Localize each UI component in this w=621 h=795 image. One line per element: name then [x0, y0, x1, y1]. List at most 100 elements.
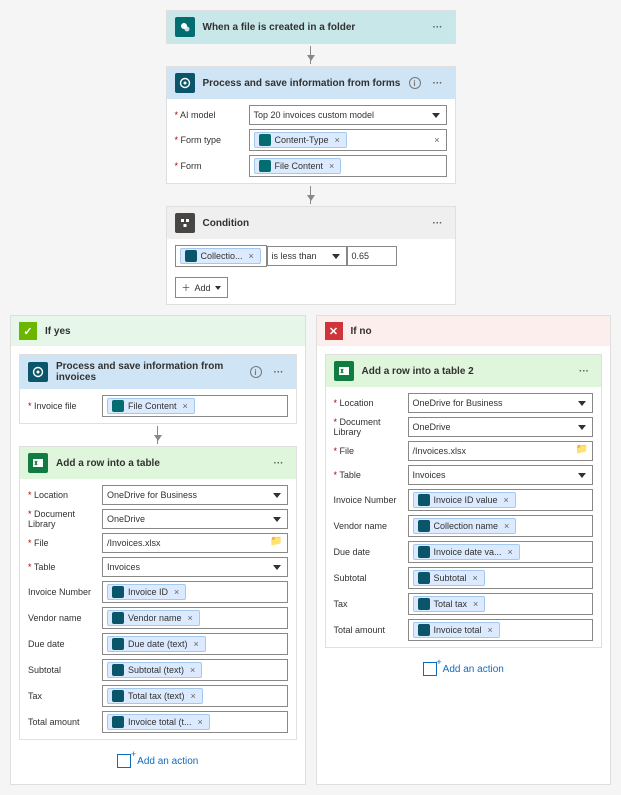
branches-container: ✓ If yes Process and save information fr…	[10, 315, 611, 785]
token-remove-icon: ×	[502, 521, 511, 531]
trigger-title: When a file is created in a folder	[203, 22, 421, 33]
form-field[interactable]: File Content×	[249, 155, 447, 177]
table-row: Due date Invoice date va...×	[334, 541, 594, 563]
token-field[interactable]: Invoice date va...×	[408, 541, 594, 563]
ellipsis-icon[interactable]: ···	[429, 218, 447, 229]
token-remove-icon: ×	[333, 135, 342, 145]
dynamic-token[interactable]: Vendor name×	[107, 610, 200, 626]
field-label: Invoice Number	[28, 587, 96, 597]
token-remove-icon: ×	[327, 161, 336, 171]
trigger-card[interactable]: When a file is created in a folder ···	[166, 10, 456, 44]
token-remove-icon: ×	[192, 639, 201, 649]
dynamic-token[interactable]: Invoice ID value×	[413, 492, 516, 508]
ellipsis-icon[interactable]: ···	[575, 366, 593, 377]
sharepoint-icon	[175, 17, 195, 37]
file-picker[interactable]: /Invoices.xlsx	[408, 441, 594, 461]
location-dropdown[interactable]: OneDrive for Business	[102, 485, 288, 505]
token-field[interactable]: Subtotal (text)×	[102, 659, 288, 681]
yes-ai-card[interactable]: Process and save information from invoic…	[19, 354, 297, 424]
ellipsis-icon[interactable]: ···	[429, 22, 447, 33]
dynamic-token[interactable]: Total tax (text)×	[107, 688, 203, 704]
table-row: Vendor nameVendor name×	[28, 607, 288, 629]
ellipsis-icon[interactable]: ···	[270, 458, 288, 469]
dynamic-token[interactable]: Due date (text)×	[107, 636, 206, 652]
info-icon[interactable]: i	[409, 77, 421, 89]
token-field[interactable]: Collection name×	[408, 515, 594, 537]
collection-token[interactable]: Collectio...×	[180, 248, 261, 264]
dynamic-token[interactable]: Invoice total×	[413, 622, 500, 638]
field-label: Tax	[334, 599, 402, 609]
field-label: Vendor name	[334, 521, 402, 531]
table-row: Subtotal Subtotal×	[334, 567, 594, 589]
table-row: Due date Due date (text)×	[28, 633, 288, 655]
clear-icon[interactable]: ×	[432, 135, 441, 145]
ai-process-title: Process and save information from forms	[203, 78, 401, 89]
field-label: Due date	[28, 639, 96, 649]
yes-excel-body: LocationOneDrive for Business Document L…	[20, 479, 296, 739]
dynamic-token[interactable]: Total tax×	[413, 596, 486, 612]
table-row: Invoice Number Invoice ID×	[28, 581, 288, 603]
file-picker[interactable]: /Invoices.xlsx	[102, 533, 288, 553]
table-dropdown[interactable]: Invoices	[408, 465, 594, 485]
arrow-icon	[310, 46, 311, 64]
token-field[interactable]: Invoice total×	[408, 619, 594, 641]
invoice-file-field[interactable]: File Content×	[102, 395, 288, 417]
token-field[interactable]: Total tax (text)×	[102, 685, 288, 707]
condition-card[interactable]: Condition ··· Collectio...× is less than…	[166, 206, 456, 305]
field-label: Due date	[334, 547, 402, 557]
condition-left-field[interactable]: Collectio...×	[175, 245, 267, 267]
token-field[interactable]: Invoice ID value×	[408, 489, 594, 511]
table-row: Vendor name Collection name×	[334, 515, 594, 537]
ellipsis-icon[interactable]: ···	[270, 367, 288, 378]
condition-icon	[175, 213, 195, 233]
ai-process-card[interactable]: Process and save information from forms …	[166, 66, 456, 184]
doclib-dropdown[interactable]: OneDrive	[408, 417, 594, 437]
token-field[interactable]: Vendor name×	[102, 607, 288, 629]
add-action-button[interactable]: Add an action	[117, 754, 198, 768]
form-type-field[interactable]: Content-Type× ×	[249, 129, 447, 151]
token-field[interactable]: Due date (text)×	[102, 633, 288, 655]
no-excel-card[interactable]: Add a row into a table 2 ··· LocationOne…	[325, 354, 603, 648]
field-label: Invoice Number	[334, 495, 402, 505]
token-field[interactable]: Invoice ID×	[102, 581, 288, 603]
ai-model-dropdown[interactable]: Top 20 invoices custom model	[249, 105, 447, 125]
token-remove-icon: ×	[172, 587, 181, 597]
add-action-icon	[117, 754, 131, 768]
condition-title: Condition	[203, 218, 421, 229]
doclib-dropdown[interactable]: OneDrive	[102, 509, 288, 529]
token-field[interactable]: Invoice total (t...×	[102, 711, 288, 733]
token-field[interactable]: Total tax×	[408, 593, 594, 615]
if-no-title: If no	[351, 326, 372, 337]
condition-value-field[interactable]: 0.65	[347, 246, 397, 266]
dynamic-token[interactable]: Invoice ID×	[107, 584, 186, 600]
content-type-token[interactable]: Content-Type×	[254, 132, 347, 148]
if-yes-title: If yes	[45, 326, 71, 337]
dynamic-token[interactable]: Subtotal (text)×	[107, 662, 202, 678]
dynamic-token[interactable]: Collection name×	[413, 518, 517, 534]
token-remove-icon: ×	[186, 613, 195, 623]
table-dropdown[interactable]: Invoices	[102, 557, 288, 577]
info-icon[interactable]: i	[250, 366, 262, 378]
dynamic-token[interactable]: Invoice total (t...×	[107, 714, 210, 730]
file-content-token[interactable]: File Content×	[254, 158, 342, 174]
arrow-icon	[310, 186, 311, 204]
dynamic-token[interactable]: Invoice date va...×	[413, 544, 520, 560]
field-label: Total amount	[28, 717, 96, 727]
field-label: Subtotal	[334, 573, 402, 583]
add-action-button[interactable]: Add an action	[423, 662, 504, 676]
location-dropdown[interactable]: OneDrive for Business	[408, 393, 594, 413]
add-action-icon	[423, 662, 437, 676]
token-field[interactable]: Subtotal×	[408, 567, 594, 589]
dynamic-token[interactable]: Subtotal×	[413, 570, 485, 586]
file-content-token[interactable]: File Content×	[107, 398, 195, 414]
ai-builder-icon	[28, 362, 48, 382]
token-remove-icon: ×	[196, 717, 205, 727]
yes-excel-card[interactable]: Add a row into a table ··· LocationOneDr…	[19, 446, 297, 740]
yes-excel-title: Add a row into a table	[56, 458, 262, 469]
excel-icon	[28, 453, 48, 473]
if-no-branch: ✕ If no Add a row into a table 2 ··· Loc…	[316, 315, 612, 785]
ellipsis-icon[interactable]: ···	[429, 78, 447, 89]
token-remove-icon: ×	[189, 691, 198, 701]
condition-operator-dropdown[interactable]: is less than	[267, 246, 347, 266]
add-condition-button[interactable]: ＋ Add	[175, 277, 228, 298]
